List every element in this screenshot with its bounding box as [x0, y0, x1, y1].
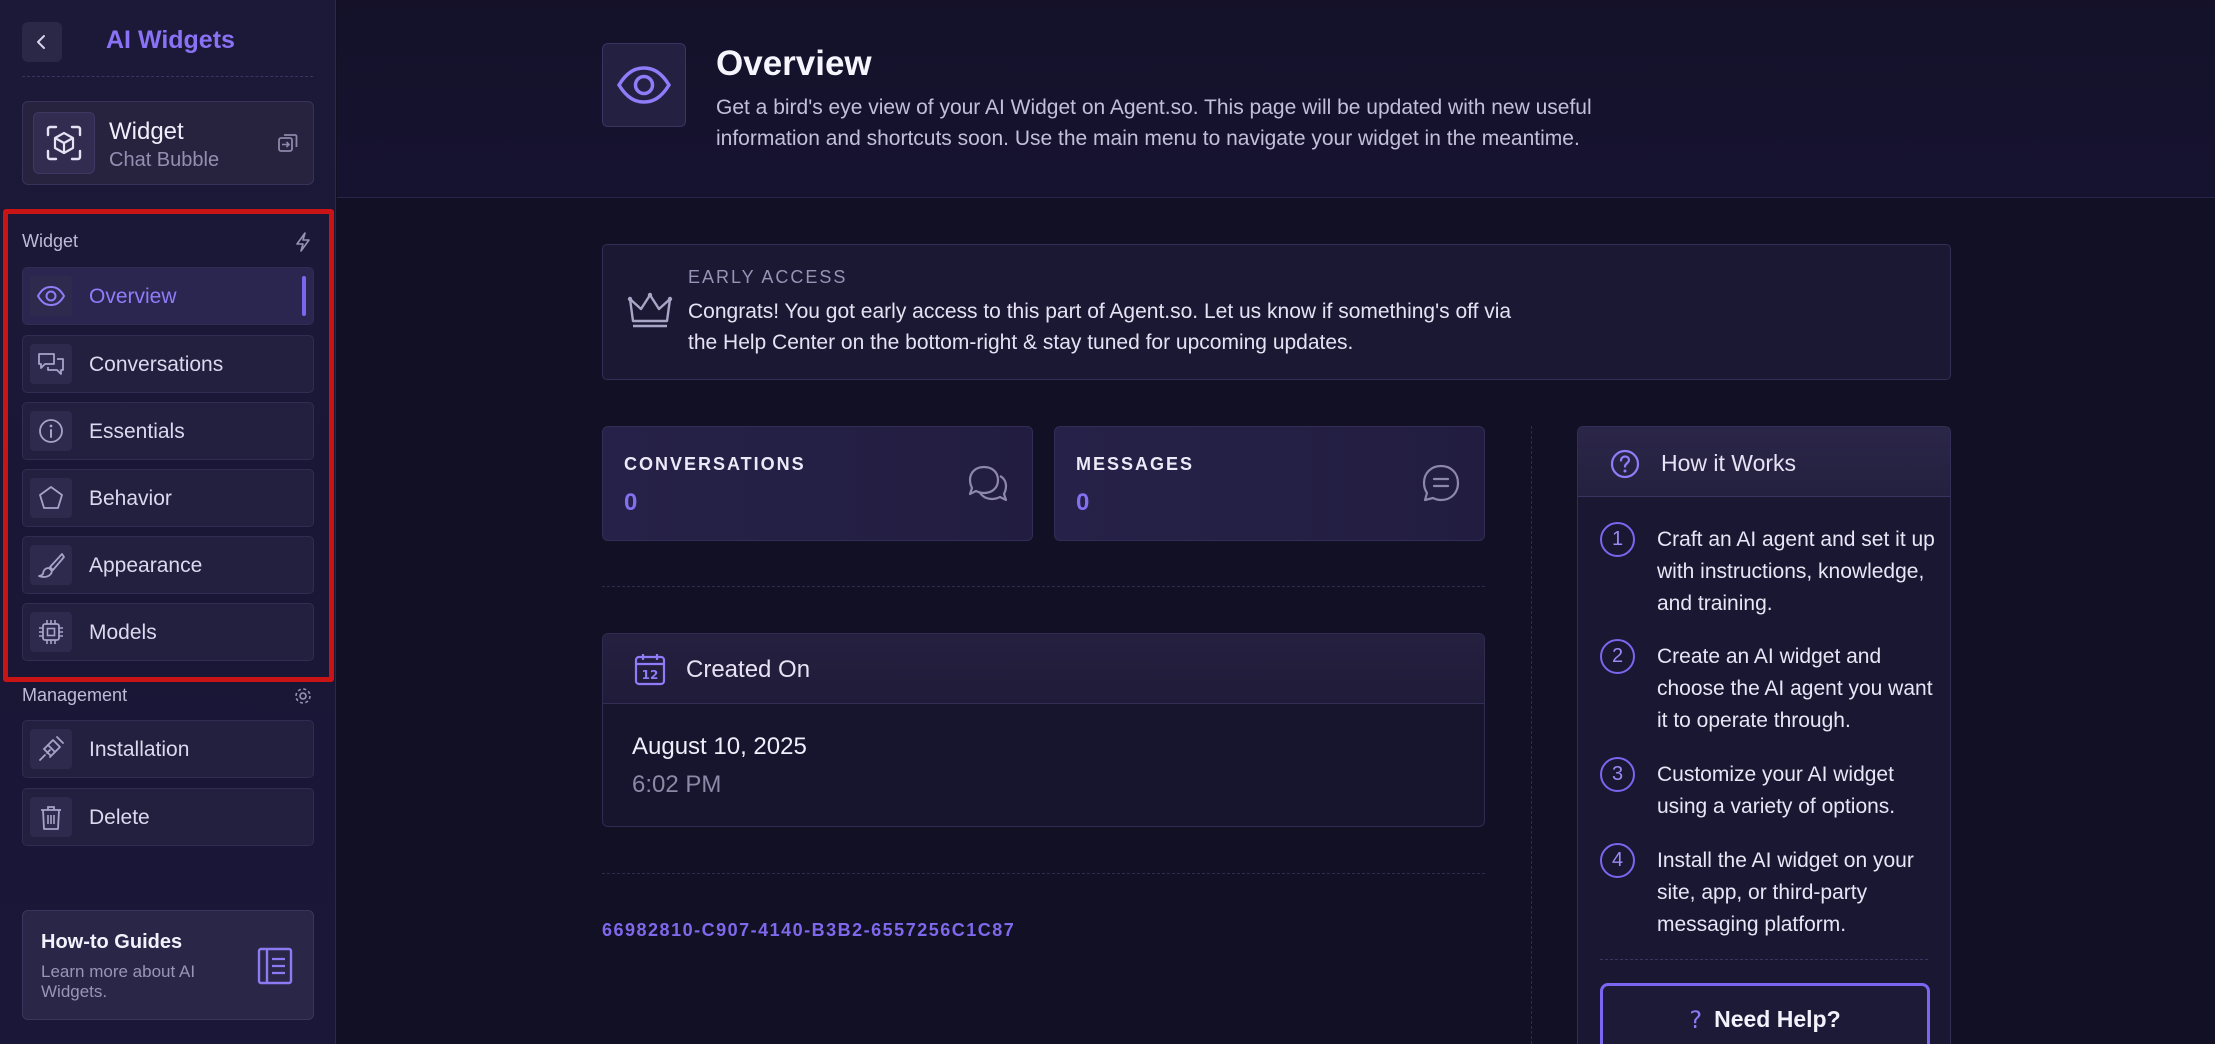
- sidebar-item-label: Essentials: [89, 420, 185, 443]
- step-number: 2: [1600, 639, 1635, 674]
- calendar-day: 12: [642, 668, 659, 682]
- divider: [1600, 959, 1928, 960]
- step-text: Create an AI widget and choose the AI ag…: [1657, 645, 1933, 732]
- sidebar: AI Widgets Widget Chat Bubble Widget Ove…: [0, 0, 336, 1044]
- sidebar-item-delete[interactable]: Delete: [22, 788, 314, 846]
- early-access-text: Congrats! You got early access to this p…: [688, 300, 1512, 354]
- stat-label: CONVERSATIONS: [624, 454, 806, 474]
- chat-bubbles-icon: [30, 344, 72, 384]
- need-help-label: Need Help?: [1714, 1006, 1841, 1032]
- divider: [602, 586, 1485, 587]
- section-label-management: Management: [22, 685, 128, 705]
- step-number: 3: [1600, 757, 1635, 792]
- question-circle-icon: [1610, 449, 1640, 479]
- step-number: 4: [1600, 843, 1635, 878]
- stat-value: 0: [624, 489, 638, 516]
- need-help-button[interactable]: ? Need Help?: [1600, 983, 1930, 1044]
- step-text: Craft an AI agent and set it up with ins…: [1657, 528, 1935, 615]
- early-access-title: EARLY ACCESS: [688, 267, 848, 287]
- app-title: AI Widgets: [106, 26, 235, 54]
- step-text: Customize your AI widget using a variety…: [1657, 763, 1896, 818]
- sidebar-item-label: Conversations: [89, 353, 224, 376]
- chip-icon: [30, 612, 72, 652]
- divider: [602, 873, 1485, 874]
- info-icon: [30, 411, 72, 451]
- plug-icon: [30, 729, 72, 769]
- chevron-left-icon: [37, 35, 45, 49]
- sidebar-item-overview[interactable]: Overview: [22, 267, 314, 325]
- sidebar-item-label: Installation: [89, 738, 190, 761]
- message-icon: [1422, 464, 1460, 502]
- sidebar-item-label: Appearance: [89, 554, 203, 577]
- created-time: 6:02 PM: [632, 771, 722, 798]
- sidebar-item-behavior[interactable]: Behavior: [22, 469, 314, 527]
- how-it-works-title: How it Works: [1661, 450, 1797, 476]
- eye-icon: [602, 43, 686, 127]
- sidebar-item-essentials[interactable]: Essentials: [22, 402, 314, 460]
- sidebar-item-conversations[interactable]: Conversations: [22, 335, 314, 393]
- created-on-title: Created On: [686, 656, 811, 683]
- calendar-icon: 12: [634, 654, 666, 686]
- messages-stat-card: MESSAGES 0: [1054, 426, 1485, 541]
- widget-thumbnail: [33, 112, 95, 174]
- lightning-icon: [296, 232, 310, 252]
- sidebar-item-label: Delete: [89, 806, 150, 829]
- sidebar-item-label: Overview: [89, 285, 177, 308]
- book-icon: [257, 947, 293, 985]
- scan-cube-icon: [46, 125, 82, 161]
- conversations-stat-card: CONVERSATIONS 0: [602, 426, 1033, 541]
- back-button[interactable]: [22, 22, 62, 62]
- question-icon: ?: [1689, 1006, 1703, 1034]
- step-text: Install the AI widget on your site, app,…: [1657, 849, 1914, 936]
- switch-icon[interactable]: [277, 132, 299, 154]
- stat-label: MESSAGES: [1076, 454, 1195, 474]
- paintbrush-icon: [30, 545, 72, 585]
- page-header: Overview Get a bird's eye view of your A…: [337, 0, 2215, 198]
- widget-id: 66982810-C907-4140-B3B2-6557256C1C87: [602, 920, 1016, 940]
- created-date: August 10, 2025: [632, 733, 807, 760]
- divider: [22, 76, 313, 77]
- widget-type: Chat Bubble: [109, 149, 220, 171]
- sidebar-item-label: Models: [89, 621, 157, 644]
- early-access-banner: EARLY ACCESS Congrats! You got early acc…: [602, 244, 1951, 380]
- how-to-guides-card[interactable]: How-to Guides Learn more about AI Widget…: [22, 910, 314, 1020]
- step-number: 1: [1600, 522, 1635, 557]
- sidebar-item-models[interactable]: Models: [22, 603, 314, 661]
- created-on-card: 12 Created On August 10, 2025 6:02 PM: [602, 633, 1485, 827]
- guide-subtitle: Learn more about AI Widgets.: [41, 962, 196, 1001]
- widget-name: Widget: [109, 118, 184, 145]
- pentagon-icon: [30, 478, 72, 518]
- page-title: Overview: [716, 44, 872, 83]
- stat-value: 0: [1076, 489, 1090, 516]
- active-indicator: [302, 276, 306, 316]
- eye-icon: [30, 276, 72, 316]
- gear-icon: [295, 688, 311, 704]
- trash-icon: [30, 797, 72, 837]
- chat-bubbles-icon: [968, 465, 1008, 502]
- crown-icon: [627, 292, 673, 328]
- sidebar-item-appearance[interactable]: Appearance: [22, 536, 314, 594]
- section-label-widget: Widget: [22, 231, 79, 251]
- page-description: Get a bird's eye view of your AI Widget …: [716, 96, 1592, 150]
- sidebar-item-installation[interactable]: Installation: [22, 720, 314, 778]
- how-it-works-card: How it Works 1 Craft an AI agent and set…: [1577, 426, 1951, 1044]
- guide-title: How-to Guides: [41, 931, 183, 953]
- divider: [1531, 426, 1532, 1044]
- widget-selector-card[interactable]: Widget Chat Bubble: [22, 101, 314, 185]
- sidebar-item-label: Behavior: [89, 487, 172, 510]
